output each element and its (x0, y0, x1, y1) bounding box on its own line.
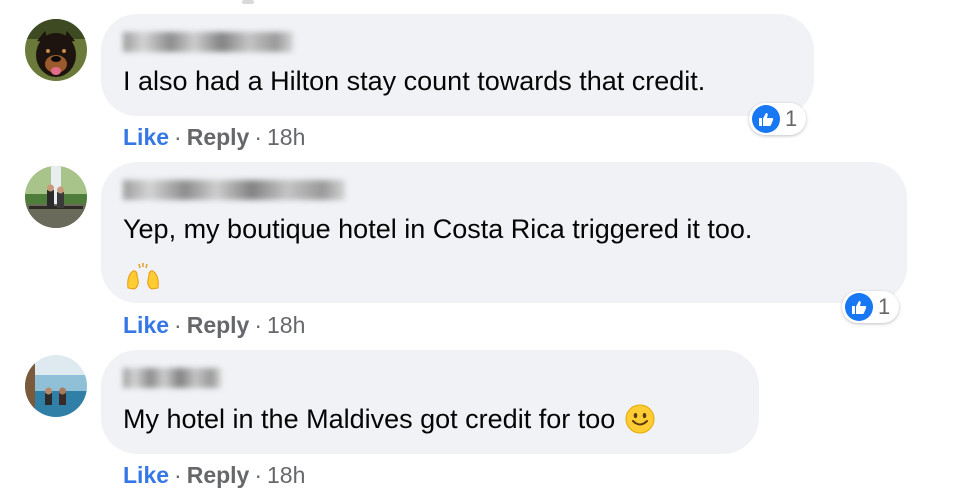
comment-text: Yep, my boutique hotel in Costa Rica tri… (123, 214, 753, 244)
raising-hands-emoji (125, 262, 161, 290)
reaction-count: 1 (785, 106, 798, 131)
comment-bubble: Yep, my boutique hotel in Costa Rica tri… (101, 162, 907, 303)
like-link[interactable]: Like (123, 312, 169, 338)
reaction-summary[interactable]: 1 (842, 291, 900, 323)
timestamp[interactable]: 18h (267, 312, 305, 338)
smiling-face-emoji (625, 404, 655, 434)
thumbs-up-icon (752, 105, 780, 133)
separator: · (174, 124, 182, 150)
reply-link[interactable]: Reply (187, 462, 250, 488)
reply-link[interactable]: Reply (187, 312, 250, 338)
comment-actions: Like · Reply · 18h (123, 312, 305, 339)
author-name-blurred[interactable] (123, 180, 345, 200)
comment-text: I also had a Hilton stay count towards t… (123, 66, 706, 96)
comment-actions: Like · Reply · 18h (123, 124, 305, 151)
comment-bubble: I also had a Hilton stay count towards t… (101, 14, 814, 116)
comment-bubble: My hotel in the Maldives got credit for … (101, 350, 759, 454)
reaction-summary[interactable]: 1 (749, 103, 807, 135)
comment-text: My hotel in the Maldives got credit for … (123, 404, 655, 435)
timestamp[interactable]: 18h (267, 124, 305, 150)
separator: · (254, 462, 263, 488)
author-name-blurred[interactable] (123, 32, 293, 52)
avatar-pool[interactable] (25, 355, 87, 417)
separator: · (254, 124, 263, 150)
separator: · (174, 462, 182, 488)
separator: · (174, 312, 182, 338)
previous-content-edge (242, 0, 254, 4)
separator: · (254, 312, 263, 338)
author-name-blurred[interactable] (123, 368, 221, 388)
timestamp[interactable]: 18h (267, 462, 305, 488)
like-link[interactable]: Like (123, 462, 169, 488)
reply-link[interactable]: Reply (187, 124, 250, 150)
comment-actions: Like · Reply · 18h (123, 462, 305, 489)
thumbs-up-icon (845, 293, 873, 321)
avatar-waterfall[interactable] (25, 166, 87, 228)
comment-text-content: My hotel in the Maldives got credit for … (123, 404, 616, 434)
like-link[interactable]: Like (123, 124, 169, 150)
reaction-count: 1 (878, 294, 891, 319)
avatar-dog[interactable] (25, 19, 87, 81)
